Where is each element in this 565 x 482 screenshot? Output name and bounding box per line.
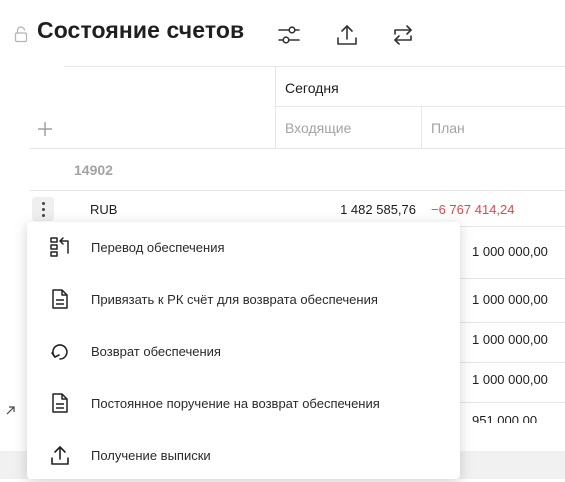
transfer-icon (50, 237, 69, 257)
menu-item-label: Получение выписки (91, 448, 211, 463)
lock-icon (14, 26, 28, 43)
filter-button[interactable] (276, 22, 302, 48)
menu-item-return-collateral[interactable]: Возврат обеспечения (27, 326, 460, 378)
add-row-button[interactable] (34, 118, 56, 140)
upload-icon (51, 446, 69, 465)
return-arrow-icon (51, 344, 68, 360)
swap-button[interactable] (390, 22, 416, 48)
document-icon (52, 289, 68, 309)
menu-item-label: Перевод обеспечения (91, 240, 225, 255)
row-plan: 1 000 000,00 (472, 244, 548, 259)
menu-item-transfer-collateral[interactable]: Перевод обеспечения (27, 222, 460, 274)
page-header: Состояние счетов (0, 0, 565, 66)
row-plan: 1 000 000,00 (472, 292, 548, 307)
menu-item-label: Постоянное поручение на возврат обеспече… (91, 396, 380, 411)
upload-icon (337, 25, 357, 45)
filter-sliders-icon (278, 26, 300, 44)
menu-item-get-statement[interactable]: Получение выписки (27, 430, 460, 482)
row-plan: 951 000,00 (472, 413, 538, 423)
row-currency: RUB (90, 202, 118, 217)
row-incoming: 1 482 585,76 (340, 202, 416, 217)
page-title: Состояние счетов (37, 17, 245, 43)
more-dots-icon (42, 202, 45, 205)
export-button[interactable] (334, 22, 360, 48)
row-context-menu: Перевод обеспечения Привязать к РК счёт … (27, 222, 460, 479)
document-icon (52, 393, 68, 413)
row-actions-button[interactable] (32, 197, 54, 221)
row-plan: 1 000 000,00 (472, 372, 548, 387)
account-group-label: 14902 (74, 162, 113, 178)
menu-item-label: Возврат обеспечения (91, 344, 221, 359)
menu-item-link-account[interactable]: Привязать к РК счёт для возврата обеспеч… (27, 274, 460, 326)
menu-item-standing-order[interactable]: Постоянное поручение на возврат обеспече… (27, 378, 460, 430)
column-group-today: Сегодня (285, 80, 339, 96)
column-header-plan: План (431, 120, 465, 136)
plus-icon (38, 122, 52, 136)
menu-item-label: Привязать к РК счёт для возврата обеспеч… (91, 292, 378, 307)
column-header-incoming: Входящие (285, 120, 352, 136)
row-plan: −6 767 414,24 (431, 202, 515, 217)
swap-arrows-icon (394, 25, 412, 45)
row-plan: 1 000 000,00 (472, 332, 548, 347)
expand-icon[interactable] (5, 404, 17, 416)
